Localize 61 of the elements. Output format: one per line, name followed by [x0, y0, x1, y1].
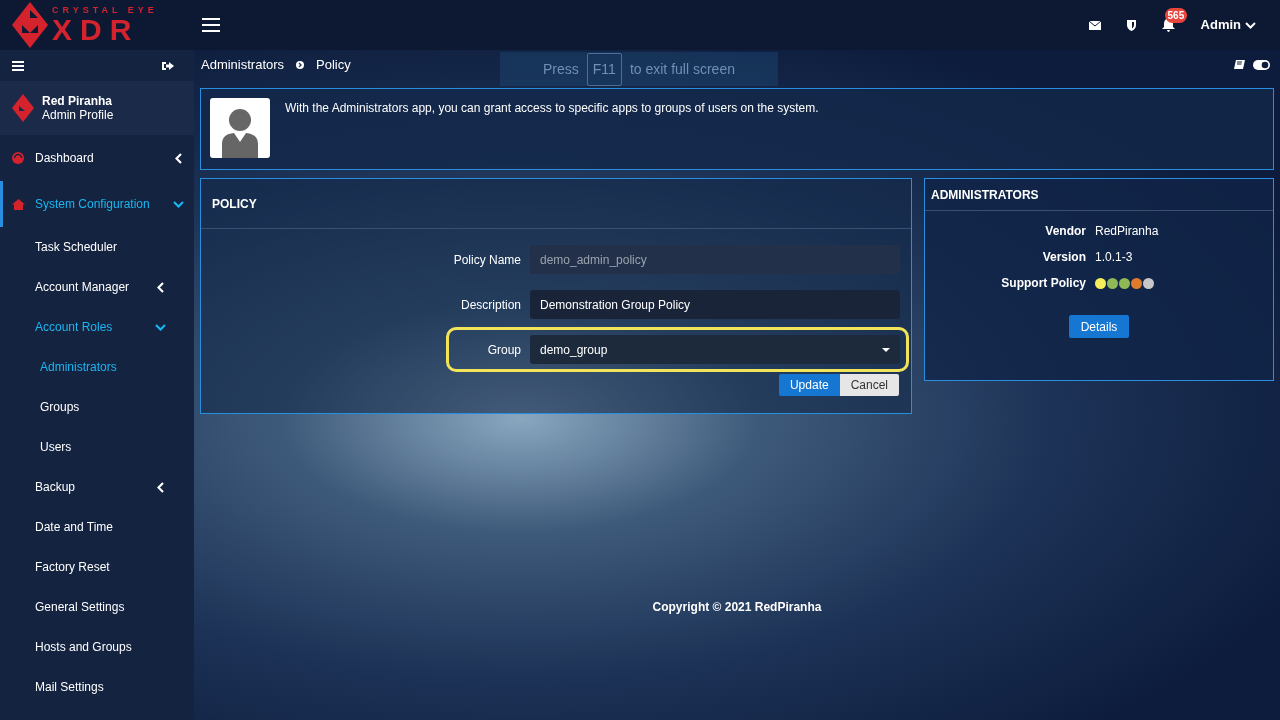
- piranha-icon: [12, 94, 34, 122]
- notice-text: Press: [543, 59, 579, 79]
- chevron-down-icon: [154, 323, 166, 331]
- intro-text: With the Administrators app, you can grant access to specific apps to groups of users on the system.: [285, 100, 819, 117]
- sidebar-item[interactable]: Mail Settings: [0, 667, 194, 707]
- sidebar-item[interactable]: Backup: [0, 467, 194, 507]
- sidebar-item[interactable]: General Settings: [0, 587, 194, 627]
- sidebar-item[interactable]: Account Manager: [0, 267, 194, 307]
- book-icon[interactable]: [1234, 59, 1245, 71]
- info-label: Support Policy: [1000, 275, 1087, 292]
- info-label: Version: [1041, 249, 1087, 266]
- cancel-button[interactable]: Cancel: [839, 374, 899, 396]
- copyright-text: Copyright © 2021 RedPiranha: [652, 599, 822, 616]
- sidebar-item[interactable]: Date and Time: [0, 507, 194, 547]
- home-icon: [12, 198, 25, 210]
- field-label: Policy Name: [452, 251, 521, 269]
- group-select[interactable]: demo_group: [530, 335, 900, 364]
- panel-title: ADMINISTRATORS: [931, 186, 1039, 204]
- sidebar-item[interactable]: Dashboard: [0, 135, 194, 181]
- info-value: 1.0.1-3: [1095, 249, 1133, 266]
- notice-text: to exit full screen: [629, 59, 735, 79]
- panel-title: POLICY: [212, 195, 257, 213]
- mail-icon[interactable]: [1088, 20, 1101, 30]
- avatar-silhouette-icon: [210, 98, 270, 158]
- gauge-icon: [12, 152, 24, 164]
- sidebar-item[interactable]: Groups: [0, 387, 194, 427]
- chevron-circle-icon: [296, 61, 305, 69]
- chevron-left-icon: [174, 152, 182, 164]
- chevron-down-icon: [172, 200, 184, 208]
- notification-count: 565: [1164, 8, 1188, 23]
- update-button[interactable]: Update: [778, 374, 840, 396]
- sidebar-item[interactable]: Task Scheduler: [0, 227, 194, 267]
- menu-icon[interactable]: [202, 18, 220, 32]
- breadcrumb-link[interactable]: Administrators: [201, 55, 285, 75]
- sidebar-item[interactable]: Factory Reset: [0, 547, 194, 587]
- user-menu[interactable]: Admin: [1200, 15, 1256, 35]
- shield-icon[interactable]: [1126, 19, 1136, 31]
- profile-role: Admin Profile: [42, 108, 114, 122]
- info-value: RedPiranha: [1095, 223, 1159, 240]
- sidebar-item[interactable]: Account Roles: [0, 307, 194, 347]
- sidebar-item[interactable]: Users: [0, 427, 194, 467]
- policy-name-field[interactable]: demo_admin_policy: [530, 245, 900, 274]
- caret-icon: [882, 347, 890, 352]
- sidebar-item[interactable]: Hosts and Groups: [0, 627, 194, 667]
- field-label: Group: [486, 341, 521, 359]
- chevron-left-icon: [156, 281, 164, 293]
- chevron-down-icon: [1245, 21, 1256, 29]
- field-label: Description: [459, 296, 521, 314]
- info-label: Vendor: [1044, 223, 1087, 240]
- key-label: F11: [586, 52, 622, 86]
- logo-tagline: CRYSTAL EYE: [52, 5, 158, 15]
- description-field[interactable]: Demonstration Group Policy: [530, 290, 900, 319]
- profile-name: Red Piranha: [42, 94, 114, 108]
- breadcrumb-current: Policy: [316, 56, 351, 75]
- menu-icon[interactable]: [12, 60, 24, 71]
- sidebar-item[interactable]: Administrators: [0, 347, 194, 387]
- logo-wordmark: XDR: [52, 14, 140, 45]
- chevron-left-icon: [156, 481, 164, 493]
- sign-out-icon[interactable]: [162, 60, 174, 71]
- details-button[interactable]: Details: [1068, 315, 1130, 338]
- toggle-icon[interactable]: [1253, 60, 1270, 70]
